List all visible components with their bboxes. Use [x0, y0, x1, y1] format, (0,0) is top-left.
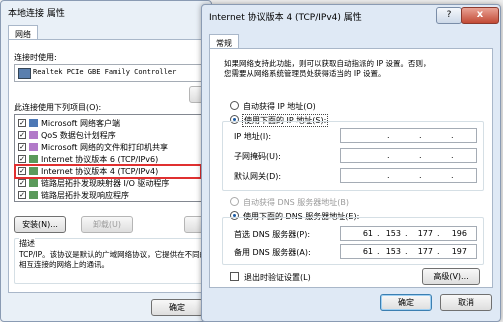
highlight-box: [14, 164, 202, 179]
alternate-dns-octet-1: 61: [362, 247, 373, 256]
alternate-dns-octet-3: 177: [417, 247, 433, 256]
alternate-dns-input[interactable]: 61 . 153 . 177 . 197: [340, 244, 477, 259]
subnet-mask-label: 子网掩码(U):: [234, 152, 281, 161]
protocol-icon: [29, 179, 38, 187]
ipv4-properties-window: Internet 协议版本 4 (TCP/IPv4) 属性 ? x 常规 如果网…: [201, 4, 501, 322]
items-label: 此连接使用下列项目(O):: [14, 103, 102, 112]
description-group: 描述 TCP/IP。该协议是默认的广域网络协议，它提供在不同的相互连接的网络上的…: [14, 238, 207, 284]
connect-using-label: 连接时使用:: [14, 53, 57, 62]
list-item-label: Microsoft 网络的文件和打印机共享: [41, 143, 168, 152]
intro-text: 如果网络支持此功能，则可以获取自动指派的 IP 设置。否则， 您需要从网络系统管…: [224, 59, 431, 79]
gateway-input[interactable]: ...: [340, 168, 477, 183]
preferred-dns-input[interactable]: 61 . 153 . 177 . 196: [340, 226, 477, 241]
service-icon: [29, 143, 38, 151]
advanced-button-label: 高级(V)...: [433, 272, 469, 281]
ip-address-label: IP 地址(I):: [234, 132, 272, 141]
list-item-label: 链路层拓扑发现响应程序: [41, 191, 129, 200]
gateway-label: 默认网关(D):: [234, 172, 282, 181]
subnet-mask-input[interactable]: ...: [340, 148, 477, 163]
checkbox-checked[interactable]: ✓: [18, 143, 26, 151]
uninstall-button-label: 卸载(U): [92, 220, 122, 229]
ipv4-ok-button[interactable]: 确定: [380, 294, 432, 311]
checkbox-checked[interactable]: ✓: [18, 191, 26, 199]
alternate-dns-label: 备用 DNS 服务器(A):: [234, 248, 311, 257]
uninstall-button[interactable]: 卸载(U): [81, 216, 133, 233]
auto-ip-radio[interactable]: [230, 101, 239, 110]
ipv4-ok-button-label: 确定: [398, 298, 414, 307]
preferred-dns-octet-3: 177: [417, 229, 433, 238]
adapter-field: Realtek PCIe GBE Family Controller: [14, 64, 204, 82]
service-icon: [29, 131, 38, 139]
preferred-dns-octet-4: 196: [451, 229, 467, 238]
network-client-icon: [29, 119, 38, 127]
checkbox-checked[interactable]: ✓: [18, 119, 26, 127]
install-button-label: 安装(N)...: [22, 220, 58, 229]
local-titlebar[interactable]: 本地连接 属性: [1, 1, 211, 25]
protocol-icon: [29, 191, 38, 199]
auto-dns-label: 自动获得 DNS 服务器地址(B): [243, 198, 350, 207]
checkbox-checked[interactable]: ✓: [18, 179, 26, 187]
intro-line-2: 您需要从网络系统管理员处获得适当的 IP 设置。: [224, 69, 386, 78]
protocol-icon: [29, 155, 38, 163]
local-connection-properties-window: 本地连接 属性 网络 连接时使用: Realtek PCIe GBE Famil…: [0, 0, 212, 322]
install-button[interactable]: 安装(N)...: [14, 216, 66, 233]
network-adapter-icon: [18, 68, 31, 79]
auto-ip-label: 自动获得 IP 地址(O): [243, 102, 316, 111]
tab-network-label: 网络: [15, 30, 31, 39]
local-ok-button[interactable]: 确定: [151, 299, 203, 316]
help-button[interactable]: ?: [436, 7, 462, 24]
ip-address-input[interactable]: ...: [340, 128, 477, 143]
tab-network[interactable]: 网络: [8, 25, 38, 40]
help-icon: ?: [446, 10, 452, 20]
adapter-name: Realtek PCIe GBE Family Controller: [33, 68, 177, 76]
tab-general[interactable]: 常规: [209, 34, 239, 49]
advanced-button[interactable]: 高级(V)...: [422, 268, 480, 285]
local-window-title: 本地连接 属性: [8, 9, 65, 19]
close-button[interactable]: x: [461, 7, 499, 24]
ipv4-cancel-button-label: 取消: [458, 298, 474, 307]
list-item-label: 链路层拓扑发现映射器 I/O 驱动程序: [41, 179, 170, 188]
ipv4-tab-content: 如果网络支持此功能，则可以获取自动指派的 IP 设置。否则， 您需要从网络系统管…: [209, 48, 493, 288]
alternate-dns-octet-4: 197: [451, 247, 467, 256]
intro-line-1: 如果网络支持此功能，则可以获取自动指派的 IP 设置。否则，: [224, 59, 431, 68]
list-item-label: Microsoft 网络客户端: [41, 119, 120, 128]
local-tab-content: 连接时使用: Realtek PCIe GBE Family Controlle…: [8, 39, 208, 293]
preferred-dns-octet-2: 153: [385, 229, 401, 238]
list-item-label: QoS 数据包计划程序: [41, 131, 116, 140]
alternate-dns-octet-2: 153: [385, 247, 401, 256]
checkbox-checked[interactable]: ✓: [18, 131, 26, 139]
preferred-dns-label: 首选 DNS 服务器(P):: [234, 230, 311, 239]
auto-dns-radio[interactable]: [230, 197, 239, 206]
validate-label: 退出时验证设置(L): [244, 273, 311, 282]
ipv4-cancel-button[interactable]: 取消: [440, 294, 492, 311]
ipv4-titlebar[interactable]: Internet 协议版本 4 (TCP/IPv4) 属性 ? x: [202, 5, 500, 29]
validate-checkbox[interactable]: [230, 272, 239, 281]
tab-general-label: 常规: [216, 39, 232, 48]
ipv4-window-title: Internet 协议版本 4 (TCP/IPv4) 属性: [209, 13, 362, 23]
close-icon: x: [476, 9, 484, 20]
checkbox-checked[interactable]: ✓: [18, 155, 26, 163]
items-listbox[interactable]: ✓ Microsoft 网络客户端 ✓ QoS 数据包计划程序 ✓ Micros…: [14, 114, 204, 202]
local-ok-button-label: 确定: [169, 303, 185, 312]
description-label: 描述: [19, 238, 35, 249]
preferred-dns-octet-1: 61: [362, 229, 373, 238]
description-text: TCP/IP。该协议是默认的广域网络协议，它提供在不同的相互连接的网络上的通讯。: [19, 250, 208, 269]
